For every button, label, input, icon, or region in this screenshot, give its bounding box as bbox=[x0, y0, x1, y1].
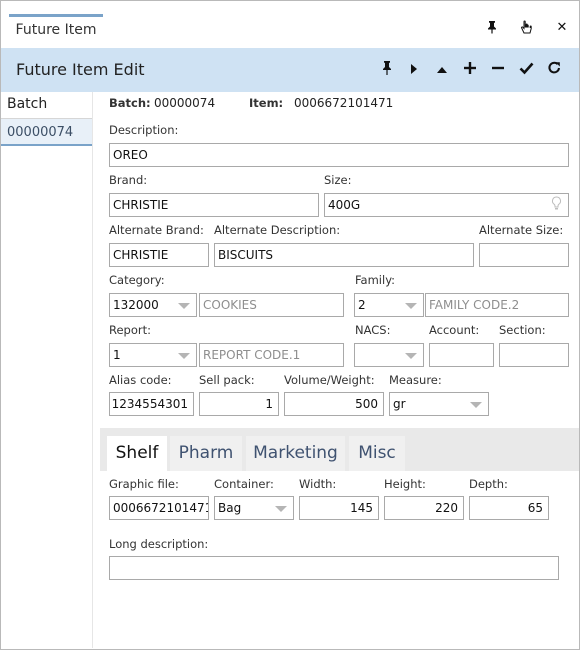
container-value: Bag bbox=[218, 501, 242, 515]
report-value: 1 bbox=[113, 348, 121, 362]
hand-cursor-icon[interactable] bbox=[518, 20, 534, 36]
play-icon[interactable] bbox=[404, 60, 424, 80]
category-label: Category: bbox=[109, 273, 165, 287]
panel-divider bbox=[92, 92, 93, 648]
report-name-field: REPORT CODE.1 bbox=[199, 343, 344, 367]
height-field[interactable]: 220 bbox=[384, 496, 464, 520]
volume-weight-label: Volume/Weight: bbox=[284, 373, 375, 387]
graphic-file-label: Graphic file: bbox=[109, 477, 179, 491]
alt-brand-label: Alternate Brand: bbox=[109, 223, 204, 237]
category-name-field: COOKIES bbox=[199, 293, 344, 317]
graphic-file-field[interactable]: 0006672101471 bbox=[109, 496, 209, 520]
batch-list-item-label: 00000074 bbox=[7, 125, 74, 140]
tab-shelf[interactable]: Shelf bbox=[107, 436, 167, 471]
pin-icon[interactable] bbox=[484, 20, 500, 36]
batch-list-title: Batch bbox=[7, 96, 48, 112]
description-label: Description: bbox=[109, 123, 179, 137]
add-icon[interactable] bbox=[460, 60, 480, 80]
alt-size-label: Alternate Size: bbox=[479, 223, 564, 237]
width-field[interactable]: 145 bbox=[299, 496, 379, 520]
nacs-label: NACS: bbox=[355, 323, 391, 337]
chevron-down-icon bbox=[405, 353, 417, 359]
chevron-down-icon bbox=[405, 303, 417, 309]
brand-label: Brand: bbox=[109, 173, 148, 187]
tab-marketing[interactable]: Marketing bbox=[246, 436, 345, 471]
size-label: Size: bbox=[324, 173, 352, 187]
chevron-down-icon bbox=[178, 353, 190, 359]
account-field[interactable] bbox=[429, 343, 494, 367]
sell-pack-label: Sell pack: bbox=[199, 373, 255, 387]
tab-pharm[interactable]: Pharm bbox=[170, 436, 242, 471]
container-select[interactable]: Bag bbox=[214, 496, 294, 520]
section-field[interactable] bbox=[499, 343, 569, 367]
item-label: Item: bbox=[249, 96, 284, 110]
container-label: Container: bbox=[214, 477, 274, 491]
family-name-field: FAMILY CODE.2 bbox=[425, 293, 569, 317]
family-label: Family: bbox=[355, 273, 396, 287]
description-field[interactable]: OREO bbox=[109, 143, 569, 167]
height-label: Height: bbox=[384, 477, 426, 491]
remove-icon[interactable] bbox=[488, 60, 508, 80]
item-value: 0006672101471 bbox=[294, 96, 394, 110]
category-value: 132000 bbox=[113, 298, 159, 312]
alias-code-field[interactable]: 1234554301 bbox=[109, 392, 194, 416]
refresh-icon[interactable] bbox=[544, 60, 564, 80]
depth-field[interactable]: 65 bbox=[469, 496, 549, 520]
size-field[interactable]: 400G bbox=[324, 193, 569, 217]
measure-select[interactable]: gr bbox=[389, 392, 489, 416]
chevron-down-icon bbox=[178, 303, 190, 309]
alias-code-label: Alias code: bbox=[109, 373, 172, 387]
alt-description-label: Alternate Description: bbox=[214, 223, 341, 237]
window-tab-title: Future Item bbox=[15, 22, 97, 38]
up-icon[interactable] bbox=[432, 60, 452, 80]
size-value: 400G bbox=[328, 198, 361, 212]
report-select[interactable]: 1 bbox=[109, 343, 197, 367]
category-select[interactable]: 132000 bbox=[109, 293, 197, 317]
family-select[interactable]: 2 bbox=[354, 293, 424, 317]
measure-value: gr bbox=[393, 397, 406, 411]
width-label: Width: bbox=[299, 477, 337, 491]
sell-pack-field[interactable]: 1 bbox=[199, 392, 279, 416]
depth-label: Depth: bbox=[469, 477, 508, 491]
chevron-down-icon bbox=[470, 402, 482, 408]
pin-icon[interactable] bbox=[377, 60, 397, 80]
page-title: Future Item Edit bbox=[16, 60, 145, 79]
measure-label: Measure: bbox=[389, 373, 442, 387]
volume-weight-field[interactable]: 500 bbox=[284, 392, 384, 416]
long-description-field[interactable] bbox=[109, 556, 559, 580]
nacs-select[interactable] bbox=[354, 343, 424, 367]
alt-size-field[interactable] bbox=[479, 243, 569, 267]
alt-brand-field[interactable]: CHRISTIE bbox=[109, 243, 209, 267]
report-label: Report: bbox=[109, 323, 151, 337]
tab-misc[interactable]: Misc bbox=[349, 436, 405, 471]
check-icon[interactable] bbox=[516, 60, 536, 80]
section-label: Section: bbox=[499, 323, 546, 337]
family-value: 2 bbox=[358, 298, 366, 312]
long-description-label: Long description: bbox=[109, 537, 209, 551]
batch-value: 00000074 bbox=[154, 96, 216, 110]
batch-label: Batch: bbox=[109, 96, 151, 110]
close-icon[interactable]: ✕ bbox=[554, 20, 570, 36]
brand-field[interactable]: CHRISTIE bbox=[109, 193, 319, 217]
chevron-down-icon bbox=[275, 506, 287, 512]
alt-description-field[interactable]: BISCUITS bbox=[214, 243, 474, 267]
lightbulb-icon[interactable] bbox=[551, 196, 562, 216]
account-label: Account: bbox=[429, 323, 480, 337]
